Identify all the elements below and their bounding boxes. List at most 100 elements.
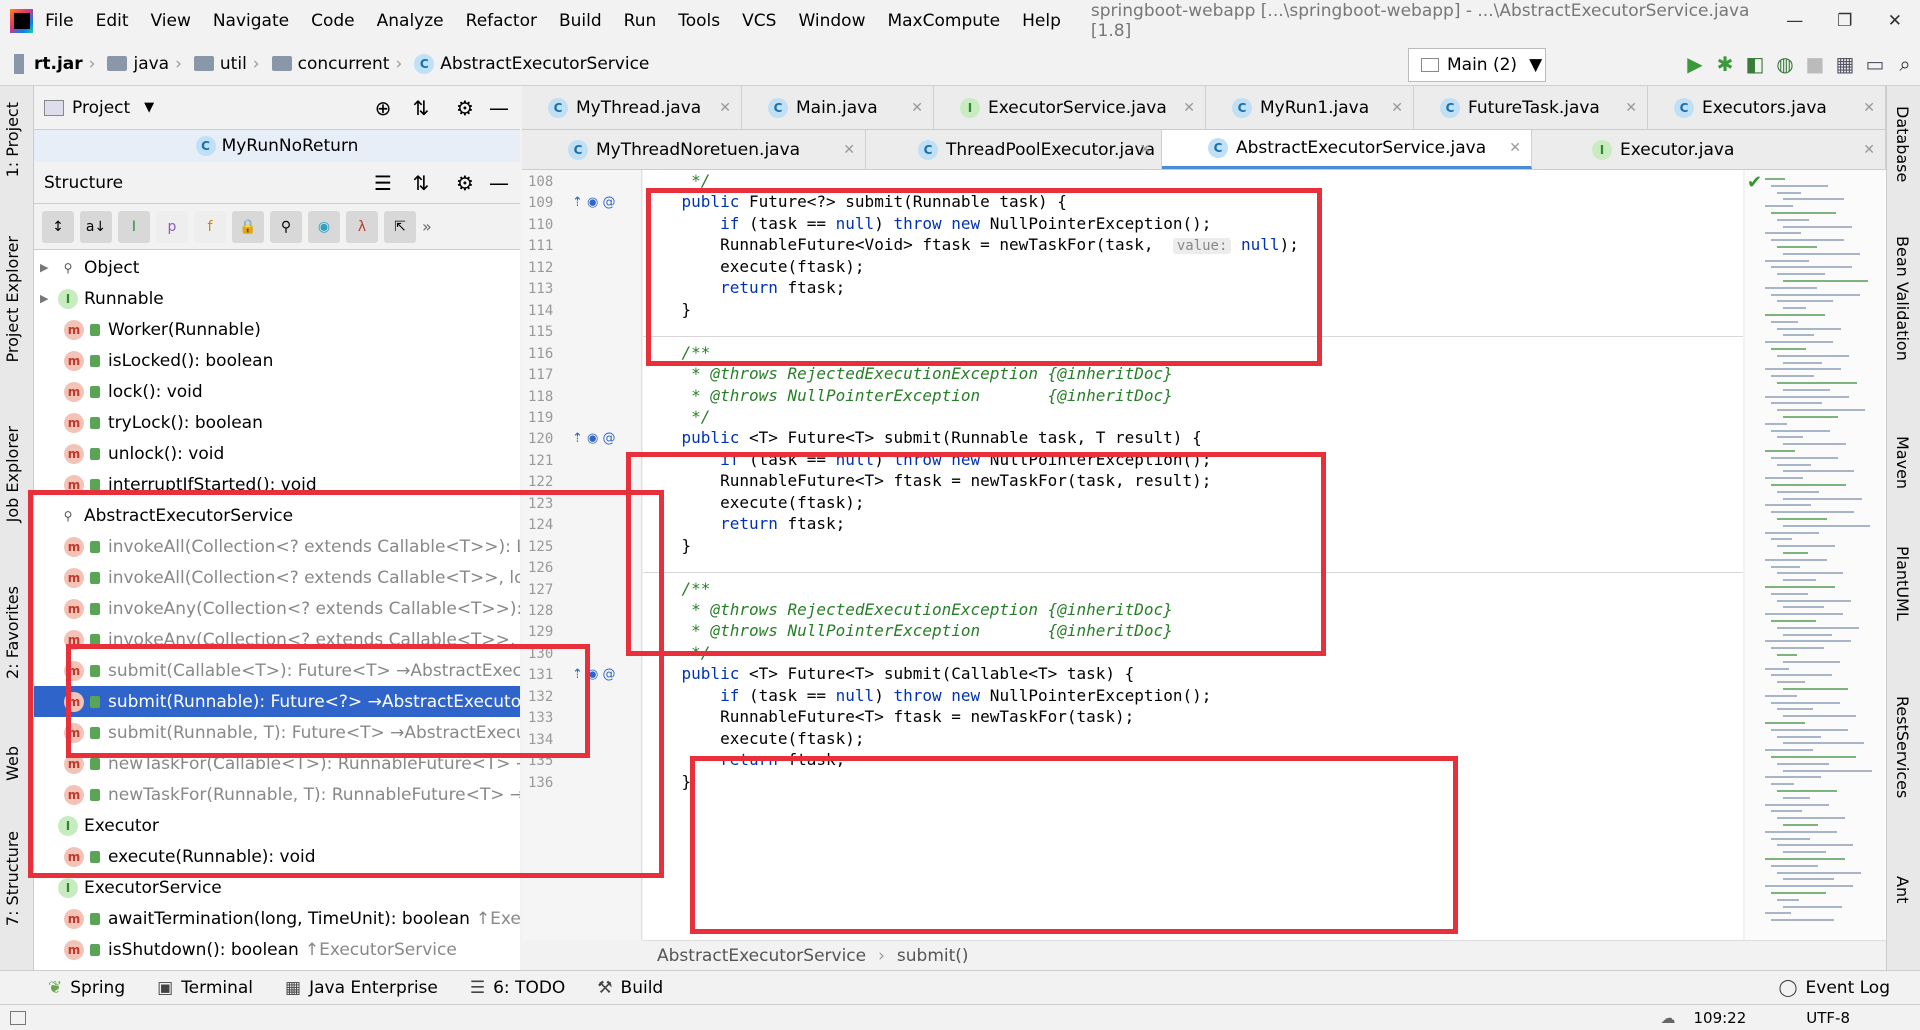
menu-vcs[interactable]: VCS — [742, 11, 776, 31]
caret-position[interactable]: 109:22 — [1693, 1009, 1746, 1027]
tree-row[interactable]: m isLocked(): boolean — [34, 345, 520, 376]
menu-edit[interactable]: Edit — [96, 11, 129, 31]
menu-file[interactable]: File — [45, 11, 73, 31]
gear-icon[interactable]: ⚙ — [450, 168, 480, 198]
tab-executor[interactable]: I Executor.java ✕ — [1532, 130, 1886, 169]
close-tab-icon[interactable]: ✕ — [1863, 100, 1875, 116]
tab-bean-validation[interactable]: Bean Validation — [1893, 236, 1912, 361]
expand-arrow-icon[interactable]: ▶ — [40, 292, 58, 305]
close-tab-icon[interactable]: ✕ — [843, 142, 855, 158]
close-tab-icon[interactable]: ✕ — [1509, 140, 1521, 156]
close-tab-icon[interactable]: ✕ — [719, 100, 731, 116]
menu-tools[interactable]: Tools — [678, 11, 720, 31]
tab-futuretask[interactable]: C FutureTask.java ✕ — [1414, 86, 1648, 129]
tab-project-explorer[interactable]: Project Explorer — [3, 236, 22, 362]
tab-web[interactable]: Web — [3, 746, 22, 781]
show-non-public-icon[interactable]: 🔒 — [232, 210, 264, 243]
tab-main[interactable]: C Main.java ✕ — [742, 86, 934, 129]
tab-plantuml[interactable]: PlantUML — [1893, 546, 1912, 621]
crumb-class[interactable]: C AbstractExecutorService — [414, 53, 649, 74]
close-tab-icon[interactable]: ✕ — [1863, 142, 1875, 158]
tab-database[interactable]: Database — [1893, 106, 1912, 182]
presentation-icon[interactable]: ▭ — [1860, 49, 1890, 79]
tree-row[interactable]: m lock(): void — [34, 376, 520, 407]
crumb-util[interactable]: util › — [193, 54, 266, 74]
autoscroll-icon[interactable]: ⇱ — [384, 210, 416, 243]
locate-icon[interactable]: ⊕ — [368, 93, 398, 123]
show-properties-icon[interactable]: p — [156, 210, 188, 243]
override-marker-icon[interactable]: ⇡ ◉ @ — [572, 431, 616, 446]
sort-alpha-icon[interactable]: a↓ — [80, 210, 112, 243]
tree-row[interactable]: ▶ I Runnable — [34, 283, 520, 314]
breadcrumb-method[interactable]: submit() — [897, 946, 969, 966]
menu-window[interactable]: Window — [798, 11, 865, 31]
menu-view[interactable]: View — [151, 11, 191, 31]
code-minimap[interactable]: ✔ — [1745, 170, 1886, 940]
show-anonymous-icon[interactable]: ⚲ — [270, 210, 302, 243]
show-fields-icon[interactable]: f — [194, 210, 226, 243]
tree-row[interactable]: m isShutdown(): boolean ↑ExecutorService — [34, 934, 520, 965]
tab-threadpoolexecutor[interactable]: C ThreadPoolExecutor.java ✕ — [866, 130, 1162, 169]
menu-build[interactable]: Build — [559, 11, 602, 31]
project-header-label[interactable]: Project — [72, 98, 130, 118]
tree-row[interactable]: m Worker(Runnable) — [34, 314, 520, 345]
tree-row[interactable]: m tryLock(): boolean — [34, 407, 520, 438]
tab-ant[interactable]: Ant — [1893, 876, 1912, 903]
tab-mythread[interactable]: C MyThread.java ✕ — [522, 86, 742, 129]
tool-todo[interactable]: ☰ 6: TODO — [470, 978, 565, 998]
menu-run[interactable]: Run — [624, 11, 657, 31]
tool-event-log[interactable]: ◯ Event Log — [1779, 978, 1891, 998]
file-encoding[interactable]: UTF-8 — [1806, 1009, 1850, 1027]
collapse-all-icon[interactable]: ⇅ — [406, 168, 436, 198]
breadcrumb-class[interactable]: AbstractExecutorService — [657, 946, 866, 966]
minimize-icon[interactable]: — — [1770, 11, 1820, 31]
coverage-icon[interactable]: ◧ — [1740, 49, 1770, 79]
tab-structure[interactable]: 7: Structure — [3, 831, 22, 926]
code-line[interactable]: * @throws NullPointerException {@inherit… — [643, 383, 1173, 409]
gear-icon[interactable]: ⚙ — [450, 93, 480, 123]
tab-mythreadnoretuen[interactable]: C MyThreadNoretuen.java ✕ — [522, 130, 866, 169]
hide-icon[interactable]: — — [484, 93, 514, 123]
close-tab-icon[interactable]: ✕ — [1625, 100, 1637, 116]
sort-visibility-icon[interactable]: ↕ — [42, 210, 74, 243]
expand-arrow-icon[interactable]: ▶ — [40, 261, 58, 274]
profile-icon[interactable]: ◍ — [1770, 49, 1800, 79]
tab-maven[interactable]: Maven — [1893, 436, 1912, 489]
override-marker-icon[interactable]: ⇡ ◉ @ — [572, 195, 616, 210]
tab-project[interactable]: 1: Project — [3, 102, 22, 177]
menu-code[interactable]: Code — [311, 11, 355, 31]
collapse-all-icon[interactable]: ⇅ — [406, 93, 436, 123]
project-structure-icon[interactable]: ▦ — [1830, 49, 1860, 79]
menu-help[interactable]: Help — [1022, 11, 1061, 31]
stop-icon[interactable]: ■ — [1800, 49, 1830, 79]
tab-executors[interactable]: C Executors.java ✕ — [1648, 86, 1886, 129]
show-inherited-icon[interactable]: I — [118, 210, 150, 243]
tree-row[interactable]: ▶ ⚲ Object — [34, 252, 520, 283]
tool-terminal[interactable]: ▣ Terminal — [157, 978, 253, 998]
menu-analyze[interactable]: Analyze — [377, 11, 444, 31]
search-icon[interactable]: ⌕ — [1890, 49, 1920, 79]
tab-myrun1[interactable]: C MyRun1.java ✕ — [1206, 86, 1414, 129]
crumb-java[interactable]: java › — [107, 54, 187, 74]
run-icon[interactable]: ▶ — [1680, 49, 1710, 79]
lambda-icon[interactable]: λ — [346, 210, 378, 243]
tab-executorservice[interactable]: I ExecutorService.java ✕ — [934, 86, 1206, 129]
tab-job-explorer[interactable]: Job Explorer — [3, 426, 22, 522]
debug-icon[interactable]: ✱ — [1710, 49, 1740, 79]
expand-all-icon[interactable]: ☰ — [368, 168, 398, 198]
maximize-icon[interactable]: ❐ — [1820, 11, 1870, 31]
git-icon[interactable]: ☁ — [1660, 1009, 1675, 1027]
tab-restservices[interactable]: RestServices — [1893, 696, 1912, 798]
crumb-jar[interactable]: rt.jar › — [14, 53, 101, 74]
menu-maxcompute[interactable]: MaxCompute — [887, 11, 1000, 31]
more-icon[interactable]: » — [422, 217, 432, 236]
tool-build[interactable]: ⚒ Build — [597, 978, 663, 998]
run-config-select[interactable]: Main (2) ▼ — [1408, 48, 1546, 82]
close-icon[interactable]: ✕ — [1870, 11, 1920, 31]
crumb-concurrent[interactable]: concurrent › — [271, 54, 409, 74]
status-layout-icon[interactable] — [10, 1010, 26, 1025]
tree-row[interactable]: m unlock(): void — [34, 438, 520, 469]
close-tab-icon[interactable]: ✕ — [1391, 100, 1403, 116]
tool-spring[interactable]: ❦ Spring — [48, 978, 125, 998]
tab-favorites[interactable]: 2: Favorites — [3, 586, 22, 679]
